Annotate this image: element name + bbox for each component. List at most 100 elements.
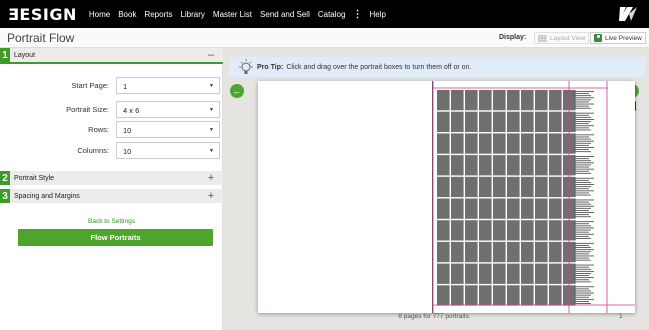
portrait-box[interactable]: [479, 263, 492, 284]
portrait-box[interactable]: [493, 111, 506, 132]
portrait-box[interactable]: [465, 90, 478, 111]
portrait-box[interactable]: [451, 220, 464, 241]
portrait-box[interactable]: [479, 155, 492, 176]
portrait-box[interactable]: [535, 241, 548, 263]
portrait-box[interactable]: [507, 263, 520, 284]
portrait-box[interactable]: [437, 285, 450, 306]
columns-select[interactable]: 10 ▼: [116, 142, 220, 159]
portrait-box[interactable]: [507, 285, 520, 306]
portrait-box[interactable]: [451, 111, 464, 132]
expand-icon[interactable]: +: [207, 172, 215, 184]
portrait-box[interactable]: [549, 220, 562, 241]
section-portrait-style-header[interactable]: 2 Portrait Style +: [0, 171, 223, 185]
portrait-box[interactable]: [451, 133, 464, 154]
portrait-box[interactable]: [535, 111, 548, 132]
previous-page-button[interactable]: ←: [230, 84, 244, 98]
portrait-box[interactable]: [451, 176, 464, 198]
portrait-box[interactable]: [479, 220, 492, 241]
portrait-box[interactable]: [521, 176, 534, 198]
portrait-box[interactable]: [521, 220, 534, 241]
portrait-box[interactable]: [535, 220, 548, 241]
portrait-box[interactable]: [493, 220, 506, 241]
portrait-box[interactable]: [507, 111, 520, 132]
portrait-box[interactable]: [451, 241, 464, 263]
app-logo[interactable]: ƎESIGN: [8, 5, 77, 24]
nav-home[interactable]: Home: [89, 10, 110, 19]
portrait-box[interactable]: [507, 90, 520, 111]
portrait-box[interactable]: [465, 241, 478, 263]
back-to-settings-link[interactable]: Back to Settings: [0, 218, 223, 225]
portrait-box[interactable]: [549, 155, 562, 176]
portrait-box[interactable]: [479, 285, 492, 306]
section-spacing-header[interactable]: 3 Spacing and Margins +: [0, 189, 223, 203]
portrait-box[interactable]: [535, 155, 548, 176]
portrait-box[interactable]: [549, 263, 562, 284]
nav-library[interactable]: Library: [180, 10, 204, 19]
portrait-box[interactable]: [549, 198, 562, 219]
portrait-box[interactable]: [521, 155, 534, 176]
portrait-box[interactable]: [451, 263, 464, 284]
portrait-box[interactable]: [493, 90, 506, 111]
portrait-box[interactable]: [451, 155, 464, 176]
nav-send-and-sell[interactable]: Send and Sell: [260, 10, 310, 19]
portrait-box[interactable]: [493, 155, 506, 176]
portrait-box[interactable]: [507, 220, 520, 241]
portrait-box[interactable]: [479, 90, 492, 111]
portrait-box[interactable]: [507, 198, 520, 219]
portrait-box[interactable]: [493, 133, 506, 154]
portrait-box[interactable]: [507, 176, 520, 198]
portrait-box[interactable]: [549, 176, 562, 198]
portrait-box[interactable]: [549, 111, 562, 132]
nav-book[interactable]: Book: [118, 10, 136, 19]
portrait-box[interactable]: [535, 176, 548, 198]
portrait-box[interactable]: [507, 241, 520, 263]
portrait-box[interactable]: [521, 90, 534, 111]
portrait-box[interactable]: [437, 133, 450, 154]
right-page-layout[interactable]: [258, 81, 635, 313]
portrait-box[interactable]: [521, 111, 534, 132]
portrait-box[interactable]: [437, 155, 450, 176]
portrait-box[interactable]: [465, 155, 478, 176]
portrait-box[interactable]: [465, 285, 478, 306]
portrait-box[interactable]: [521, 198, 534, 219]
portrait-box[interactable]: [549, 285, 562, 306]
flow-portraits-button[interactable]: Flow Portraits: [18, 229, 213, 246]
portrait-box[interactable]: [437, 111, 450, 132]
start-page-select[interactable]: 1 ▼: [116, 77, 220, 94]
portrait-box[interactable]: [451, 198, 464, 219]
portrait-box[interactable]: [465, 111, 478, 132]
portrait-box[interactable]: [493, 241, 506, 263]
portrait-box[interactable]: [479, 111, 492, 132]
portrait-box[interactable]: [479, 133, 492, 154]
portrait-box[interactable]: [521, 241, 534, 263]
portrait-box[interactable]: [437, 220, 450, 241]
portrait-box[interactable]: [521, 263, 534, 284]
rows-select[interactable]: 10 ▼: [116, 121, 220, 138]
portrait-box[interactable]: [465, 220, 478, 241]
portrait-box[interactable]: [507, 155, 520, 176]
portrait-box[interactable]: [465, 133, 478, 154]
portrait-box[interactable]: [465, 176, 478, 198]
nav-master-list[interactable]: Master List: [213, 10, 252, 19]
portrait-box[interactable]: [549, 241, 562, 263]
portrait-box[interactable]: [437, 263, 450, 284]
portrait-box[interactable]: [521, 133, 534, 154]
collapse-icon[interactable]: –: [207, 49, 215, 61]
portrait-box[interactable]: [451, 285, 464, 306]
portrait-box[interactable]: [451, 90, 464, 111]
section-layout-header[interactable]: 1 Layout –: [0, 48, 223, 62]
portrait-size-select[interactable]: 4 x 6 ▼: [116, 101, 220, 118]
portrait-box[interactable]: [493, 176, 506, 198]
portrait-box[interactable]: [535, 133, 548, 154]
portrait-box[interactable]: [437, 176, 450, 198]
nav-reports[interactable]: Reports: [144, 10, 172, 19]
portrait-box[interactable]: [479, 198, 492, 219]
portrait-box[interactable]: [493, 263, 506, 284]
portrait-box[interactable]: [479, 241, 492, 263]
portrait-box[interactable]: [549, 133, 562, 154]
nav-catalog[interactable]: Catalog: [318, 10, 346, 19]
live-preview-button[interactable]: Live Preview: [590, 32, 646, 44]
portrait-box[interactable]: [535, 198, 548, 219]
portrait-box[interactable]: [479, 176, 492, 198]
portrait-box[interactable]: [521, 285, 534, 306]
